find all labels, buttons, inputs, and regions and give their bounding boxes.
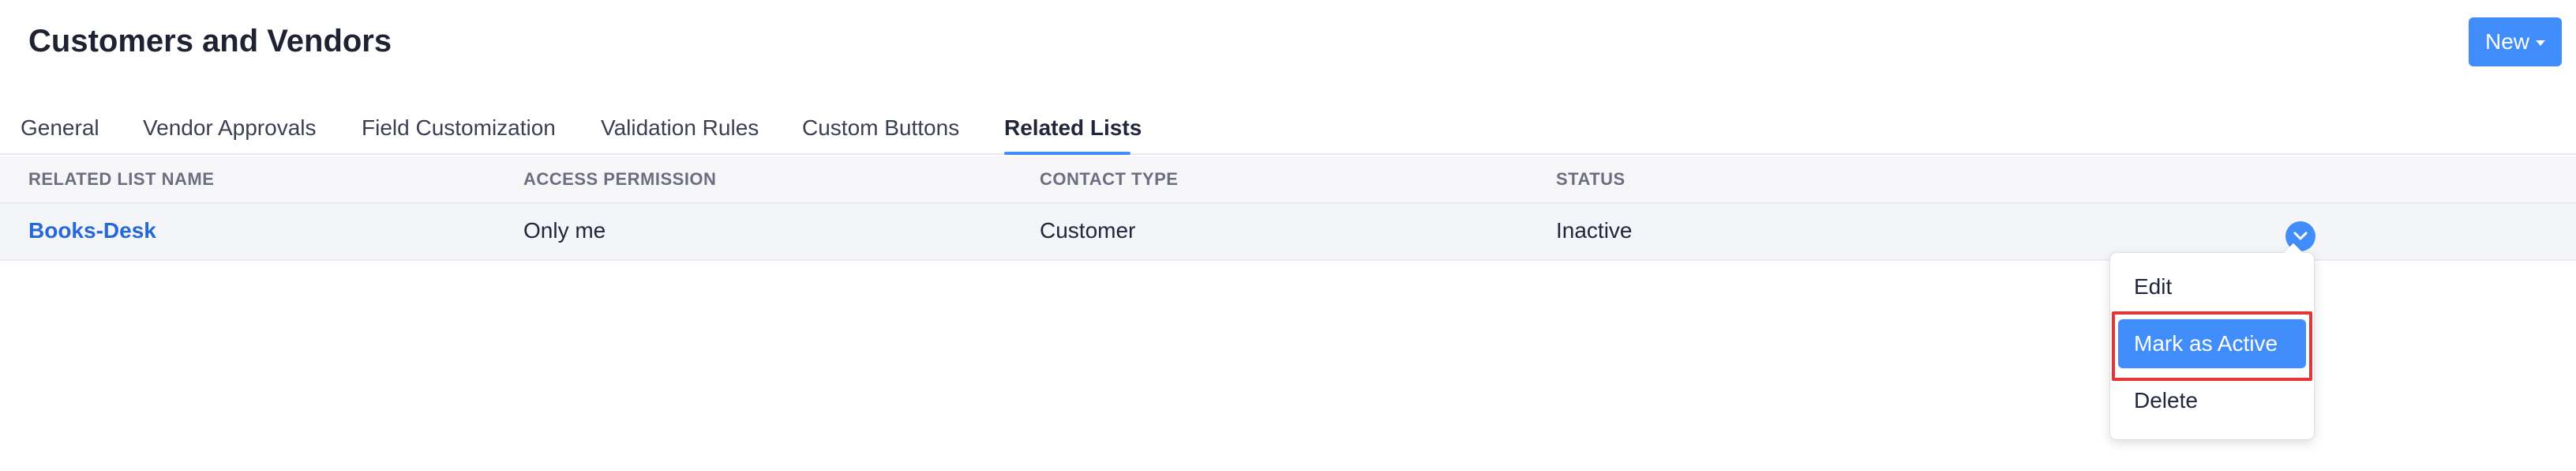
new-button[interactable]: New	[2469, 17, 2562, 66]
table-header: RELATED LIST NAME ACCESS PERMISSION CONT…	[0, 156, 2576, 204]
tab-related-lists[interactable]: Related Lists	[1004, 114, 1142, 142]
access-permission-cell: Only me	[523, 218, 606, 243]
menu-item-mark-as-active[interactable]: Mark as Active	[2118, 319, 2306, 368]
contact-type-cell: Customer	[1040, 218, 1136, 243]
tab-field-customization[interactable]: Field Customization	[362, 114, 556, 142]
tab-custom-buttons[interactable]: Custom Buttons	[802, 114, 959, 142]
tab-vendor-approvals[interactable]: Vendor Approvals	[143, 114, 317, 142]
caret-down-icon	[2536, 40, 2545, 46]
active-tab-indicator	[1004, 152, 1131, 155]
menu-item-edit[interactable]: Edit	[2118, 262, 2306, 311]
tab-general[interactable]: General	[21, 114, 99, 142]
chevron-down-icon	[2293, 232, 2308, 240]
tab-validation-rules[interactable]: Validation Rules	[601, 114, 759, 142]
page-title: Customers and Vendors	[28, 24, 392, 58]
row-actions-menu: Edit Mark as Active Delete	[2110, 253, 2314, 439]
column-header-name: RELATED LIST NAME	[28, 169, 215, 189]
new-button-label: New	[2484, 29, 2529, 54]
page: Customers and Vendors New General Vendor…	[0, 0, 2576, 471]
column-header-contact-type: CONTACT TYPE	[1040, 169, 1179, 189]
column-header-status: STATUS	[1556, 169, 1625, 189]
related-list-name-link[interactable]: Books-Desk	[28, 218, 156, 243]
column-header-access: ACCESS PERMISSION	[523, 169, 717, 189]
settings-tabs: General Vendor Approvals Field Customiza…	[0, 107, 2576, 155]
menu-item-delete[interactable]: Delete	[2118, 376, 2306, 425]
status-cell: Inactive	[1556, 218, 1633, 243]
